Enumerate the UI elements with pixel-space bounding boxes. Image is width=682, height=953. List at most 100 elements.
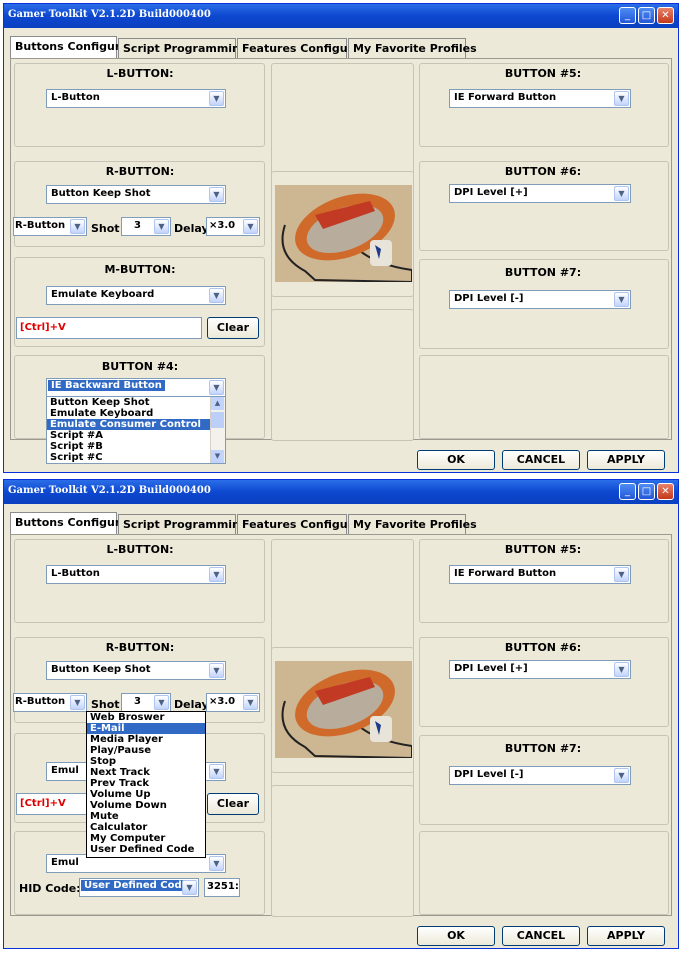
chevron-down-icon[interactable]: ▼ [70,695,85,710]
scroll-down-icon[interactable]: ▼ [211,450,224,463]
chevron-down-icon[interactable]: ▼ [154,219,169,234]
tab-features-configure[interactable]: Features Configure [237,514,361,534]
menu-option[interactable]: Mute [87,811,205,822]
menu-option[interactable]: Media Player [87,734,205,745]
dropdown-option[interactable]: Emulate Keyboard [47,408,225,419]
menu-option[interactable]: Next Track [87,767,205,778]
button4-select[interactable]: IE Backward Button ▼ [46,378,226,397]
chevron-down-icon[interactable]: ▼ [209,663,224,678]
mbutton-select[interactable]: Emulate Keyboard ▼ [46,286,226,305]
close-icon[interactable]: ✕ [657,483,674,500]
dropdown-option[interactable]: Script #C [47,452,225,463]
keystroke-value: [Ctrl]+V [20,322,66,333]
title-bar[interactable]: Gamer Toolkit V2.1.2D Build000400 _ □ ✕ [4,4,678,28]
shot-select[interactable]: 3 ▼ [121,693,171,712]
delay-select[interactable]: ×3.0 ▼ [206,217,260,236]
buttons-panel: L-BUTTON: L-Button ▼ R-BUTTON: Button Ke… [10,534,672,917]
clear-button[interactable]: Clear [207,793,259,815]
keystroke-input[interactable]: [Ctrl]+V [16,317,202,339]
ok-button[interactable]: OK [417,926,495,946]
tab-my-favorite-profiles[interactable]: My Favorite Profiles [348,38,477,58]
maximize-icon[interactable]: □ [638,7,655,24]
rbutton-select[interactable]: Button Keep Shot ▼ [46,185,226,204]
chevron-down-icon[interactable]: ▼ [209,567,224,582]
close-icon[interactable]: ✕ [657,7,674,24]
ok-button[interactable]: OK [417,450,495,470]
chevron-down-icon[interactable]: ▼ [614,186,629,201]
tab-script-programming[interactable]: Script Programming [118,514,248,534]
button4-value: Emul [51,857,79,868]
button6-value: DPI Level [+] [454,663,528,674]
maximize-icon[interactable]: □ [638,483,655,500]
chevron-down-icon[interactable]: ▼ [209,764,224,779]
minimize-icon[interactable]: _ [619,7,636,24]
chevron-down-icon[interactable]: ▼ [614,292,629,307]
dropdown-option[interactable]: Button Keep Shot [47,397,225,408]
menu-option[interactable]: Stop [87,756,205,767]
lbutton-select[interactable]: L-Button ▼ [46,89,226,108]
dropdown-option[interactable]: Script #A [47,430,225,441]
chevron-down-icon[interactable]: ▼ [209,380,224,395]
mouse-photo [275,185,412,282]
chevron-down-icon[interactable]: ▼ [154,695,169,710]
menu-option[interactable]: Volume Down [87,800,205,811]
chevron-down-icon[interactable]: ▼ [209,187,224,202]
hid-code-label: HID Code: [19,882,81,895]
tab-my-favorite-profiles[interactable]: My Favorite Profiles [348,514,477,534]
delay-label: Delay [174,698,209,711]
button6-select[interactable]: DPI Level [+] ▼ [449,660,631,679]
chevron-down-icon[interactable]: ▼ [614,768,629,783]
hid-code-input[interactable]: 3251: [204,878,240,897]
button4-dropdown-list[interactable]: Button Keep Shot Emulate Keyboard Emulat… [46,396,226,464]
rbutton-select[interactable]: Button Keep Shot ▼ [46,661,226,680]
hid-code-select[interactable]: User Defined Code ▼ [79,878,199,897]
chevron-down-icon[interactable]: ▼ [70,219,85,234]
dropdown-option-highlighted[interactable]: Emulate Consumer Control [47,419,225,430]
rbutton-key-select[interactable]: R-Button ▼ [13,693,87,712]
minimize-icon[interactable]: _ [619,483,636,500]
chevron-down-icon[interactable]: ▼ [209,288,224,303]
apply-button[interactable]: APPLY [587,450,665,470]
button5-select[interactable]: IE Forward Button ▼ [449,89,631,108]
chevron-down-icon[interactable]: ▼ [182,880,197,895]
scroll-up-icon[interactable]: ▲ [211,397,224,410]
tab-script-programming[interactable]: Script Programming [118,38,248,58]
tab-features-configure[interactable]: Features Configure [237,38,361,58]
menu-option[interactable]: Play/Pause [87,745,205,756]
menu-option[interactable]: User Defined Code [87,844,205,855]
dropdown-option[interactable]: Script #B [47,441,225,452]
chevron-down-icon[interactable]: ▼ [614,91,629,106]
tab-buttons-configure[interactable]: Buttons Configure [10,36,128,58]
chevron-down-icon[interactable]: ▼ [243,219,258,234]
shot-select[interactable]: 3 ▼ [121,217,171,236]
button7-select[interactable]: DPI Level [-] ▼ [449,766,631,785]
delay-label: Delay [174,222,209,235]
cancel-button[interactable]: CANCEL [502,450,580,470]
lbutton-select[interactable]: L-Button ▼ [46,565,226,584]
menu-option[interactable]: My Computer [87,833,205,844]
menu-option[interactable]: Calculator [87,822,205,833]
menu-option-highlighted[interactable]: E-Mail [87,723,205,734]
menu-option[interactable]: Web Broswer [87,712,205,723]
scroll-thumb[interactable] [211,412,224,428]
delay-select[interactable]: ×3.0 ▼ [206,693,260,712]
title-bar[interactable]: Gamer Toolkit V2.1.2D Build000400 _ □ ✕ [4,480,678,504]
button6-select[interactable]: DPI Level [+] ▼ [449,184,631,203]
chevron-down-icon[interactable]: ▼ [209,856,224,871]
clear-button[interactable]: Clear [207,317,259,339]
apply-button[interactable]: APPLY [587,926,665,946]
dropdown-scrollbar[interactable]: ▲ ▼ [210,397,225,463]
shot-value: 3 [134,220,141,231]
chevron-down-icon[interactable]: ▼ [243,695,258,710]
menu-option[interactable]: Prev Track [87,778,205,789]
chevron-down-icon[interactable]: ▼ [209,91,224,106]
tab-buttons-configure[interactable]: Buttons Configure [10,512,128,534]
cancel-button[interactable]: CANCEL [502,926,580,946]
chevron-down-icon[interactable]: ▼ [614,567,629,582]
button7-select[interactable]: DPI Level [-] ▼ [449,290,631,309]
chevron-down-icon[interactable]: ▼ [614,662,629,677]
menu-option[interactable]: Volume Up [87,789,205,800]
rbutton-key-select[interactable]: R-Button ▼ [13,217,87,236]
button5-select[interactable]: IE Forward Button ▼ [449,565,631,584]
consumer-control-dropdown[interactable]: Web Broswer E-Mail Media Player Play/Pau… [86,711,206,858]
